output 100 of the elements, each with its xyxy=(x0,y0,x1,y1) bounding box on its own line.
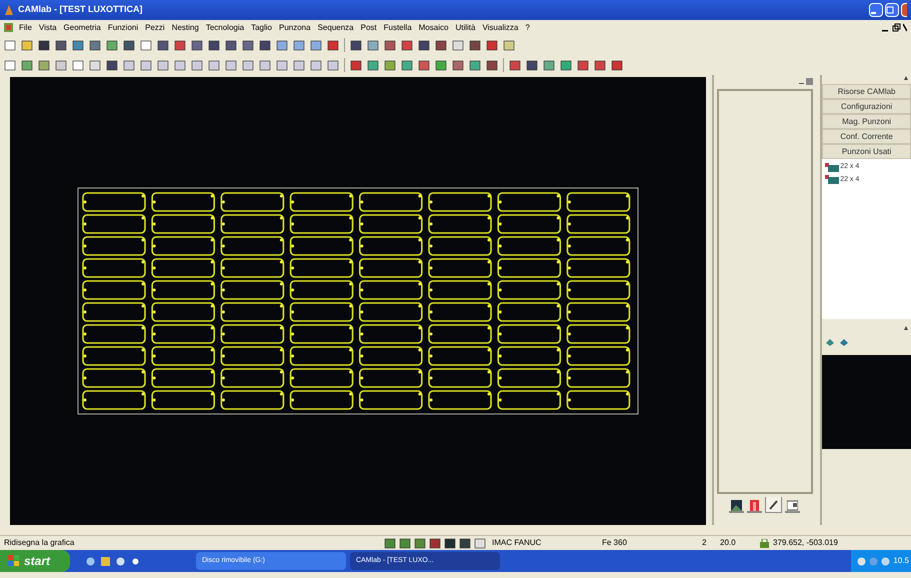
status-icon[interactable] xyxy=(429,538,441,548)
toolbar-icon[interactable] xyxy=(611,60,623,70)
window-title: CAMlab - [TEST LUXOTTICA] xyxy=(18,3,142,16)
toolbar-icon[interactable] xyxy=(486,60,498,70)
bar-icon xyxy=(749,500,760,510)
toolbar-icon[interactable] xyxy=(401,60,413,70)
menu-item[interactable]: Post xyxy=(360,22,377,34)
toolbar-icon[interactable] xyxy=(89,40,101,50)
toolbar-icon[interactable] xyxy=(469,40,481,50)
toolbar-icon[interactable] xyxy=(435,60,447,70)
toolbar-icon[interactable] xyxy=(384,40,396,50)
menu-item[interactable]: Mosaico xyxy=(418,22,448,34)
tool-icon xyxy=(825,175,840,184)
toolbar-icon[interactable] xyxy=(123,40,135,50)
close-button[interactable] xyxy=(901,3,907,17)
toolbar-icon[interactable] xyxy=(225,40,237,50)
menu-item[interactable]: Sequenza xyxy=(318,22,354,34)
toolbar-icon[interactable] xyxy=(594,60,606,70)
menu-item[interactable]: Nesting xyxy=(172,22,199,34)
pin-icon[interactable] xyxy=(903,325,909,332)
app-icon xyxy=(4,4,14,16)
drawing-canvas[interactable] xyxy=(10,77,706,525)
panel-tab[interactable] xyxy=(785,499,800,513)
material-label: Fe 360 xyxy=(602,537,628,549)
toolbar-icon[interactable] xyxy=(242,40,254,50)
menu-item[interactable]: Punzona xyxy=(278,22,311,34)
toolbar-icon[interactable] xyxy=(350,40,362,50)
machine-label: IMAC FANUC xyxy=(492,537,542,549)
toolbar-icon[interactable] xyxy=(72,40,84,50)
toolbar-icon[interactable] xyxy=(367,40,379,50)
toolbar-icon[interactable] xyxy=(327,40,339,50)
toolbar-icon[interactable] xyxy=(543,60,555,70)
toolbar-icon[interactable] xyxy=(38,60,50,70)
toolbar-icon[interactable] xyxy=(157,40,169,50)
tool-icon xyxy=(825,162,840,172)
toolbar-icon[interactable] xyxy=(350,60,362,70)
panel-button[interactable]: Configurazioni xyxy=(822,99,911,114)
toolbar-icon[interactable] xyxy=(509,60,521,70)
windows-logo-icon xyxy=(8,555,20,567)
toolbar-icon[interactable] xyxy=(418,40,430,50)
toolbar-icon[interactable] xyxy=(560,60,572,70)
status-icon[interactable] xyxy=(459,538,471,548)
toolbar-icon[interactable] xyxy=(21,60,33,70)
toolbar-icon[interactable] xyxy=(191,40,203,50)
panel-tab[interactable] xyxy=(765,497,782,513)
menu-item[interactable]: Visualizza xyxy=(482,22,518,34)
toolbar-icon[interactable] xyxy=(55,40,67,50)
toolbar-icon[interactable] xyxy=(418,60,430,70)
part-icon[interactable] xyxy=(825,338,836,346)
toolbar-icon[interactable] xyxy=(106,40,118,50)
maximize-button[interactable] xyxy=(885,3,899,17)
minimize-button[interactable] xyxy=(869,3,883,17)
lock-icon xyxy=(760,538,769,548)
menu-item[interactable]: Fustella xyxy=(384,22,412,34)
menu-item[interactable]: Vista xyxy=(38,22,57,34)
toolbar-icon[interactable] xyxy=(526,60,538,70)
status-field: 20.0 xyxy=(720,537,760,549)
restore-icon[interactable] xyxy=(892,23,901,32)
status-icon[interactable] xyxy=(399,538,411,548)
toolbar-icon[interactable] xyxy=(486,40,498,50)
toolbar-icon[interactable] xyxy=(452,60,464,70)
toolbar-icon[interactable] xyxy=(208,40,220,50)
status-field: 2 xyxy=(702,537,720,549)
toolbar-icon[interactable] xyxy=(310,40,322,50)
menu-item[interactable]: Geometria xyxy=(64,22,101,34)
maximize-icon xyxy=(886,6,894,14)
status-icon[interactable] xyxy=(414,538,426,548)
toolbar-icon[interactable] xyxy=(401,40,413,50)
pin-icon[interactable] xyxy=(903,75,909,82)
toolbar-icon[interactable] xyxy=(469,60,481,70)
toolbar-icon[interactable] xyxy=(435,40,447,50)
status-icon[interactable] xyxy=(384,538,396,548)
menu-item[interactable]: Utilità xyxy=(455,22,476,34)
menu-item[interactable]: Tecnologia xyxy=(206,22,244,34)
panel-button[interactable]: Punzoni Usati xyxy=(822,144,911,159)
start-button[interactable]: start xyxy=(0,550,70,572)
status-icon[interactable] xyxy=(444,538,456,548)
toolbar-icon[interactable] xyxy=(577,60,589,70)
toolbar-icon[interactable] xyxy=(174,40,186,50)
toolbar-icon[interactable] xyxy=(276,40,288,50)
panel-button[interactable]: Conf. Corrente xyxy=(822,129,911,144)
coordinates-label: 379.652, -503.019 xyxy=(773,537,838,549)
close-icon[interactable] xyxy=(903,23,907,32)
menu-item[interactable]: Taglio xyxy=(251,22,272,34)
menu-item[interactable]: File xyxy=(19,22,32,34)
pen-icon xyxy=(768,499,780,510)
window-icon xyxy=(787,500,798,510)
toolbar-icon[interactable] xyxy=(106,60,118,70)
panel-button[interactable]: Mag. Punzoni xyxy=(822,114,911,129)
part-icon[interactable] xyxy=(839,338,850,346)
toolbar-icon[interactable] xyxy=(367,60,379,70)
menu-item[interactable]: Funzioni xyxy=(108,22,138,34)
toolbar-icon[interactable] xyxy=(293,40,305,50)
menu-item[interactable]: ? xyxy=(525,22,530,34)
toolbar-icon[interactable] xyxy=(384,60,396,70)
panel-tab[interactable] xyxy=(729,499,744,513)
panel-button[interactable]: Risorse CAMlab xyxy=(822,84,911,99)
toolbar-icon[interactable] xyxy=(259,40,271,50)
toolbar-icon[interactable] xyxy=(38,40,50,50)
menu-item[interactable]: Pezzi xyxy=(145,22,165,34)
